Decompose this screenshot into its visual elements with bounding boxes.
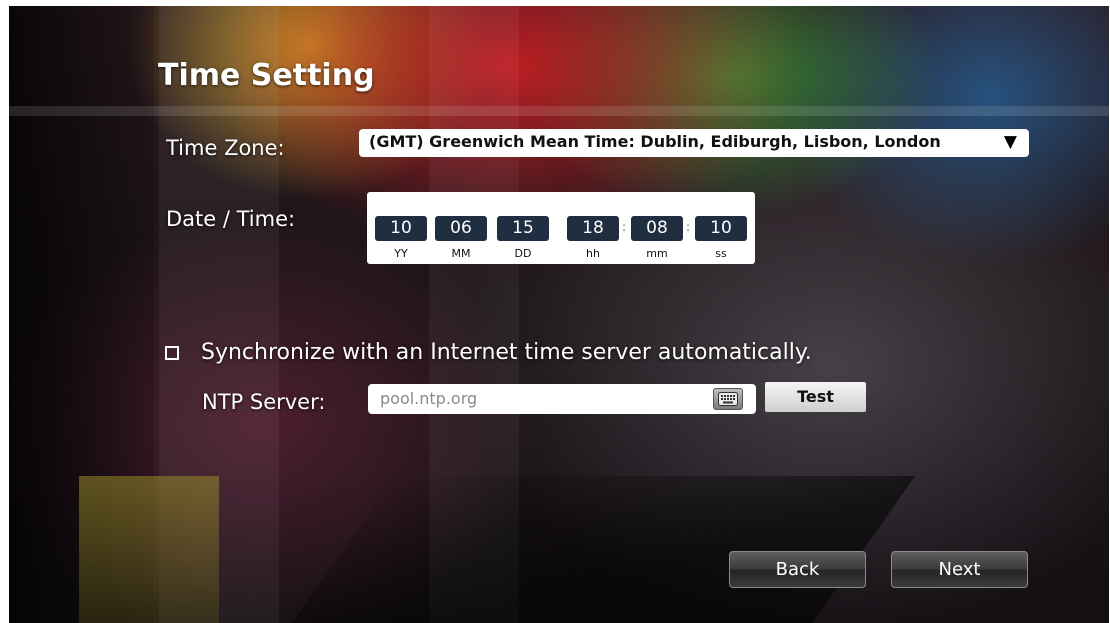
month-unit-label: MM — [451, 247, 471, 260]
year-unit-label: YY — [394, 247, 408, 260]
sync-checkbox[interactable] — [165, 346, 179, 360]
title-band — [9, 106, 1109, 116]
day-field[interactable]: 15 — [497, 216, 549, 241]
time-zone-select[interactable]: (GMT) Greenwich Mean Time: Dublin, Edibu… — [359, 129, 1029, 157]
date-time-label: Date / Time: — [166, 207, 296, 231]
month-field[interactable]: 06 — [435, 216, 487, 241]
background-track — [282, 476, 916, 623]
sync-label[interactable]: Synchronize with an Internet time server… — [201, 340, 812, 365]
hour-unit-label: hh — [586, 247, 600, 260]
date-time-box: 10 06 15 18 : 08 : 10 YY MM DD hh mm ss — [367, 192, 755, 264]
minute-unit-label: mm — [646, 247, 668, 260]
next-button[interactable]: Next — [891, 551, 1028, 588]
background — [9, 6, 1109, 623]
minute-field[interactable]: 08 — [631, 216, 683, 241]
time-zone-value: (GMT) Greenwich Mean Time: Dublin, Edibu… — [369, 132, 941, 151]
back-button[interactable]: Back — [729, 551, 866, 588]
ntp-server-label: NTP Server: — [202, 390, 326, 414]
second-unit-label: ss — [715, 247, 727, 260]
keyboard-icon[interactable] — [713, 388, 743, 410]
time-separator: : — [622, 220, 627, 234]
day-unit-label: DD — [514, 247, 532, 260]
year-field[interactable]: 10 — [375, 216, 427, 241]
hour-field[interactable]: 18 — [567, 216, 619, 241]
dropdown-arrow-icon[interactable]: ▼ — [1004, 132, 1017, 152]
background-block — [79, 476, 219, 623]
time-separator: : — [686, 220, 691, 234]
time-zone-label: Time Zone: — [166, 136, 285, 160]
ntp-server-input[interactable]: pool.ntp.org — [368, 384, 756, 414]
second-field[interactable]: 10 — [695, 216, 747, 241]
test-button[interactable]: Test — [765, 382, 866, 412]
page-title: Time Setting — [158, 58, 375, 93]
